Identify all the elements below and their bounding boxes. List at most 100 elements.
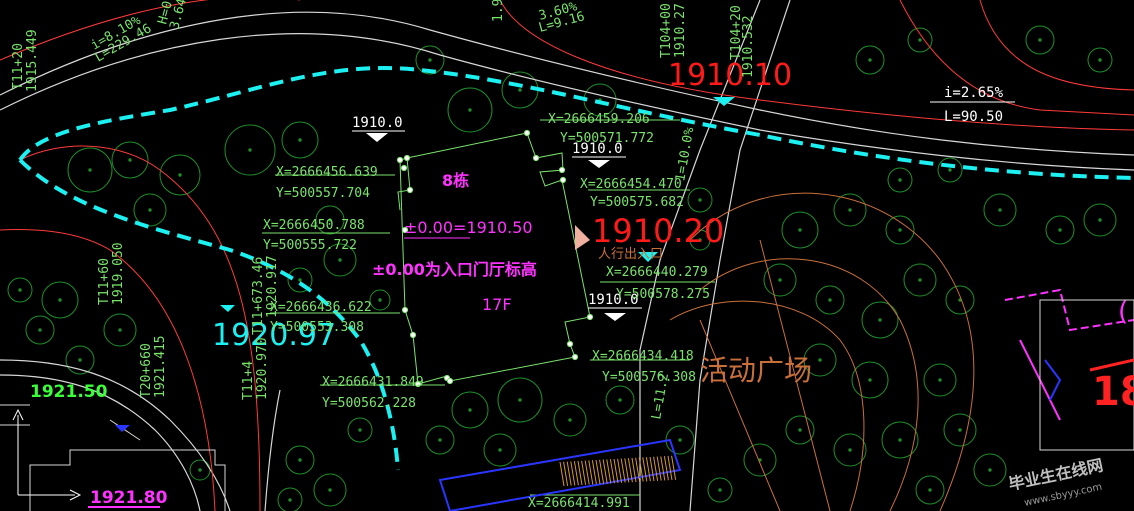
tree-center-icon — [118, 328, 122, 332]
slope-grade: i=2.65% — [944, 85, 1004, 101]
coord-7-y: Y=500576.308 — [602, 370, 696, 385]
tree-center-icon — [798, 428, 802, 432]
tree-center-icon — [918, 278, 922, 282]
ramp-label-top-a: 1=10.0% — [673, 126, 697, 183]
building-elevation-note: ±0.00=1910.50 — [404, 218, 533, 237]
parking-hatch-line — [559, 461, 565, 487]
vertex-marker-icon — [559, 176, 567, 184]
tree-center-icon — [358, 428, 362, 432]
plaza-label: 活动广场 — [700, 354, 812, 387]
road-label-b1: T11+60 — [97, 258, 112, 305]
coord-8-x: X=2666431.849 — [322, 375, 424, 390]
vertex-marker-icon — [446, 377, 454, 385]
parking-hatch-line — [595, 459, 601, 485]
coord-7-x: X=2666434.418 — [592, 349, 694, 364]
parking-hatch-line — [660, 456, 666, 481]
tree-center-icon — [1098, 218, 1102, 222]
tree-center-icon — [798, 228, 802, 232]
tree-center-icon — [1098, 58, 1102, 62]
tree-center-icon — [718, 488, 722, 492]
coord-2-x: X=2666456.639 — [276, 165, 378, 180]
tree-center-icon — [1058, 228, 1062, 232]
elevation-north: 1910.0 — [352, 115, 403, 131]
coord-2-y: Y=500557.704 — [276, 186, 370, 201]
tree-center-icon — [428, 58, 432, 62]
tree-center-icon — [58, 298, 62, 302]
tree-center-icon — [868, 58, 872, 62]
building-floors: 17F — [482, 295, 512, 314]
tree-center-icon — [948, 168, 952, 172]
entrance-label: 人行出入口 — [598, 247, 663, 262]
parking-hatch-line — [591, 460, 597, 485]
tree-center-icon — [618, 398, 622, 402]
vertex-marker-icon — [571, 353, 579, 361]
building-name: 8栋 — [442, 171, 469, 190]
road-label-a2: 1915.449 — [25, 29, 40, 92]
vertex-marker-icon — [396, 156, 404, 164]
parking-hatch-line — [667, 455, 673, 481]
road-label-d1: T104+00 — [659, 3, 674, 58]
parking-hatch-line — [617, 458, 623, 483]
tree-center-icon — [298, 458, 302, 462]
tree-center-icon — [148, 208, 152, 212]
tree-center-icon — [518, 88, 522, 92]
tree-center-icon — [938, 378, 942, 382]
tree-center-icon — [778, 278, 782, 282]
tree-center-icon — [848, 448, 852, 452]
slope-length: L=90.50 — [944, 109, 1003, 125]
tree-center-icon — [468, 108, 472, 112]
parking-hatch-line — [609, 459, 615, 484]
elevation-top-red: 1910.10 — [668, 58, 792, 93]
coord-6-y: Y=500553.308 — [270, 320, 364, 335]
tree-center-icon — [328, 488, 332, 492]
road-red-lines — [0, 0, 1134, 511]
coord-1-x: X=2666459.206 — [548, 112, 650, 127]
parking-hatch-line — [577, 460, 583, 486]
tree-center-icon — [818, 358, 822, 362]
parking-hatch-line — [588, 460, 594, 485]
tree-center-icon — [438, 438, 442, 442]
parking-hatch-line — [566, 461, 572, 486]
tree-center-icon — [698, 198, 702, 202]
tree-center-icon — [38, 328, 42, 332]
tree-center-icon — [338, 258, 342, 262]
tree-center-icon — [898, 228, 902, 232]
parking-hatch-line — [602, 459, 608, 484]
parking-hatch-line — [671, 455, 677, 480]
cad-site-plan: 1910.0 1910.0 1910.0 1910.10 1910.20 192… — [0, 0, 1134, 511]
tree-center-icon — [828, 298, 832, 302]
elevation-green-left: 1921.50 — [30, 382, 108, 402]
parking-hatch-line — [649, 456, 655, 482]
tree-center-icon — [518, 398, 522, 402]
road-label-f2: 1920.917 — [265, 255, 280, 318]
road-label-g2: 1920.970 — [255, 337, 270, 400]
coord-1-y: Y=500571.772 — [560, 131, 654, 146]
tree-center-icon — [198, 468, 202, 472]
tree-center-icon — [298, 138, 302, 142]
tree-center-icon — [288, 498, 292, 502]
tree-center-icon — [998, 208, 1002, 212]
parking-hatch-line — [573, 461, 579, 486]
parking-hatch-line — [584, 460, 590, 485]
parking-hatch-line — [570, 461, 576, 486]
site-plan-drawing: 1910.0 1910.0 1910.0 1910.10 1910.20 192… — [0, 0, 1134, 511]
coord-5-x: X=2666440.279 — [606, 265, 708, 280]
parking-hatch-line — [645, 457, 651, 482]
top-label-5: 1.960 — [491, 0, 506, 22]
parking-hatch-line — [653, 456, 659, 481]
vertex-marker-icon — [401, 306, 409, 314]
tree-center-icon — [18, 288, 22, 292]
tree-center-icon — [568, 418, 572, 422]
elevation-mid-red: 1910.20 — [592, 212, 724, 250]
cyan-dashed-road — [18, 66, 1134, 471]
tree-center-icon — [898, 438, 902, 442]
tree-center-icon — [958, 428, 962, 432]
parking-hatch-line — [599, 459, 605, 484]
vertex-markers — [396, 129, 594, 388]
parking-hatch-line — [656, 456, 662, 481]
tree-center-icon — [678, 438, 682, 442]
vertex-marker-icon — [409, 331, 417, 339]
coord-5-y: Y=500578.275 — [616, 287, 710, 302]
tree-center-icon — [878, 318, 882, 322]
tree-center-icon — [848, 208, 852, 212]
